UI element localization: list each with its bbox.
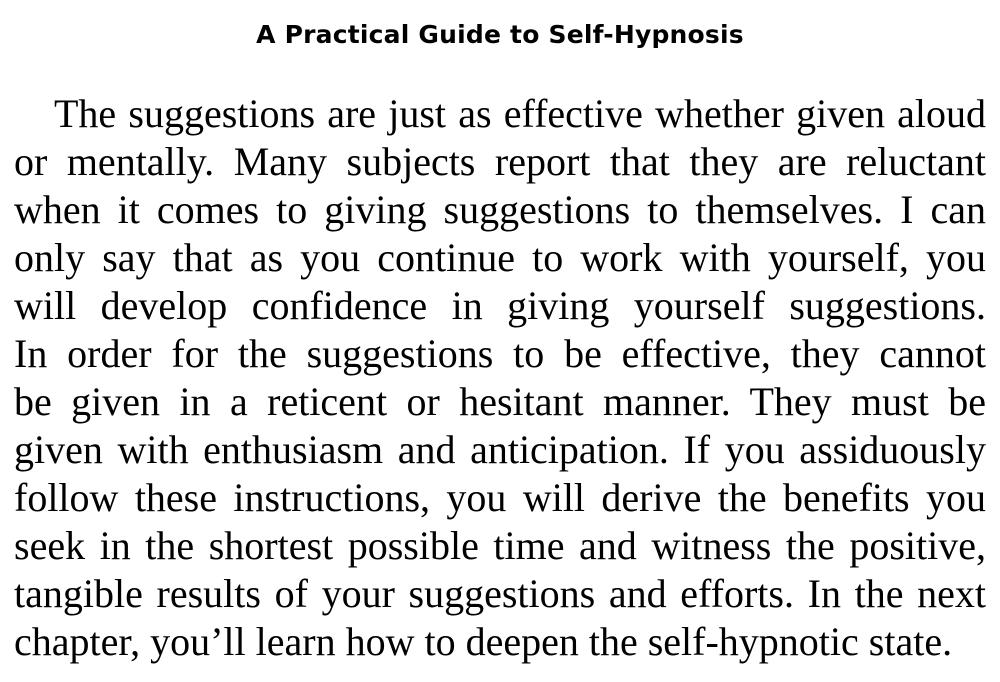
paragraph-line: or mentally. Many subjects report that t…	[14, 139, 986, 184]
paragraph-line: will develop confidence in giving yourse…	[14, 283, 986, 328]
paragraph-line: given with enthusiasm and anticipation. …	[14, 427, 986, 472]
paragraph-line: In order for the suggestions to be effec…	[14, 331, 986, 376]
paragraph-line: be given in a reticent or hesitant manne…	[14, 379, 986, 424]
paragraph-line: follow these instructions, you will deri…	[14, 475, 986, 520]
paragraph-line: chapter, you’ll learn how to deepen the …	[14, 619, 953, 664]
paragraph-line: The suggestions are just as effective wh…	[54, 91, 986, 136]
paragraph-line: seek in the shortest possible time and w…	[14, 523, 986, 568]
paragraph-line: when it comes to giving suggestions to t…	[14, 187, 986, 232]
book-page: A Practical Guide to Self-Hypnosis The s…	[0, 0, 1000, 682]
paragraph-line: only say that as you continue to work wi…	[14, 235, 986, 280]
body-paragraph: The suggestions are just as effective wh…	[14, 90, 986, 666]
running-head: A Practical Guide to Self-Hypnosis	[256, 20, 744, 49]
paragraph-line: tangible results of your suggestions and…	[14, 571, 986, 616]
